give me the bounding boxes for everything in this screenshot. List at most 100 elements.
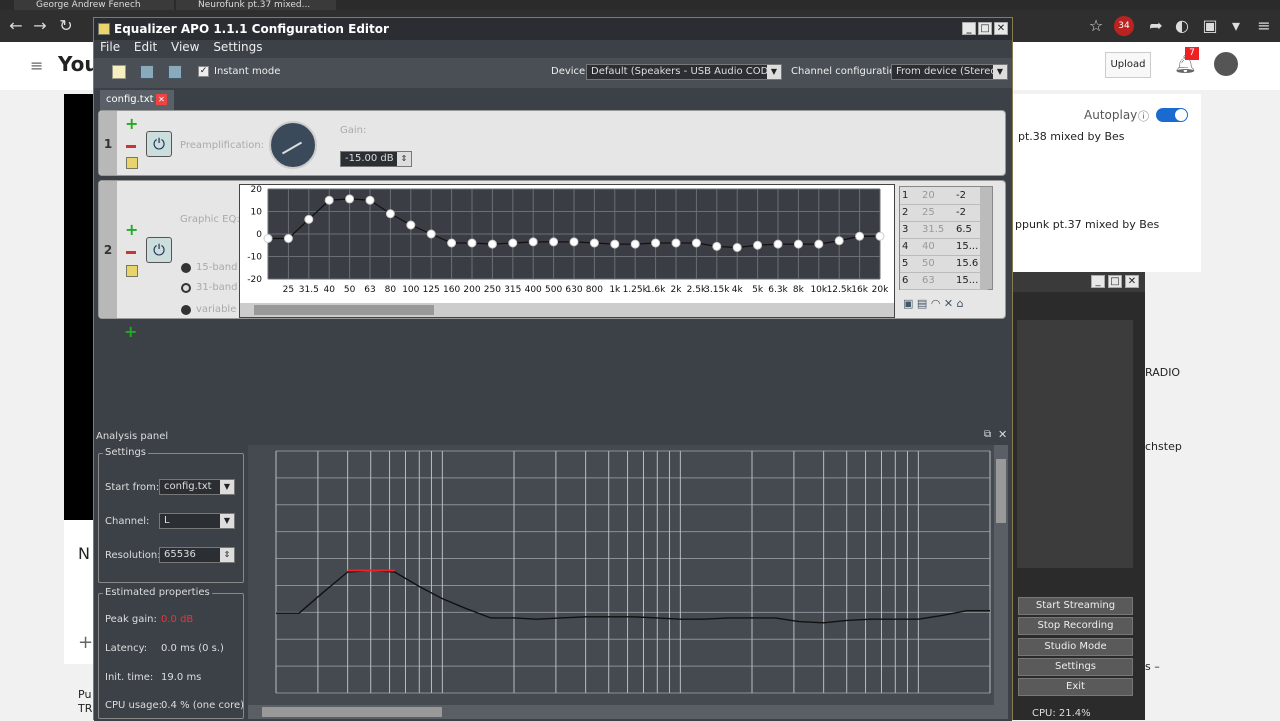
forward-icon[interactable]: → <box>30 16 50 36</box>
pocket-icon[interactable]: ▾ <box>1226 16 1246 36</box>
instant-mode-checkbox[interactable]: ✓ <box>198 66 209 77</box>
import-icon[interactable]: ▤ <box>917 297 927 310</box>
add-filter-icon[interactable]: + <box>124 324 137 340</box>
channel-config-select[interactable]: From device (Stereo) ▼ <box>891 64 1008 80</box>
band-frequency: 63 <box>922 275 935 286</box>
adblock-icon[interactable]: 34 <box>1114 16 1134 36</box>
edit-icon[interactable] <box>126 157 138 169</box>
tab-label: config.txt <box>106 94 154 105</box>
estimated-properties-group: Estimated properties Peak gain: 0.0 dB L… <box>98 587 244 719</box>
save-as-icon[interactable] <box>168 65 182 79</box>
row-number: 2 <box>99 181 117 318</box>
band-table-row[interactable]: 3 31.5 6.5 <box>900 221 988 239</box>
reload-icon[interactable]: ↻ <box>56 16 76 36</box>
close-tab-icon[interactable]: ✕ <box>156 94 167 105</box>
device-select[interactable]: Default (Speakers - USB Audio CODEC ) ▼ <box>586 64 782 80</box>
band-table-row[interactable]: 2 25 -2 <box>900 204 988 222</box>
tab-config[interactable]: config.txt ✕ <box>100 90 174 110</box>
start-from-select[interactable]: config.txt ▼ <box>159 479 235 495</box>
avatar[interactable] <box>1214 52 1238 76</box>
page-icon[interactable]: ▣ <box>1200 16 1220 36</box>
settings-group-title: Settings <box>103 447 149 458</box>
spinner-icon[interactable]: ⇕ <box>220 548 234 562</box>
star-icon[interactable]: ☆ <box>1086 16 1106 36</box>
browser-tab-1[interactable]: George Andrew Fenech <box>14 0 174 10</box>
upload-button[interactable]: Upload <box>1105 52 1151 78</box>
obs-preview <box>1017 320 1133 568</box>
eq-x-tick-label: 500 <box>545 285 562 295</box>
maximize-icon[interactable]: □ <box>1108 275 1122 288</box>
variable-radio[interactable] <box>181 305 191 315</box>
menu-icon[interactable]: ≡ <box>1254 16 1274 36</box>
channel-config-value: From device (Stereo) <box>896 66 1001 77</box>
vertical-scrollbar[interactable] <box>994 445 1008 705</box>
plus-icon[interactable]: + <box>78 632 93 653</box>
hamburger-icon[interactable]: ≡ <box>30 56 43 75</box>
info-icon[interactable]: ⓘ <box>1138 108 1149 124</box>
close-icon[interactable]: ✕ <box>994 22 1008 35</box>
channel-select[interactable]: L ▼ <box>159 513 235 529</box>
graphic-eq-label: Graphic EQ: <box>180 214 240 225</box>
contrast-icon[interactable]: ◐ <box>1172 16 1192 36</box>
new-file-icon[interactable] <box>112 65 126 79</box>
save-icon[interactable] <box>140 65 154 79</box>
browser-tab-2[interactable]: Neurofunk pt.37 mixed... <box>176 0 336 10</box>
edit-icon[interactable] <box>126 265 138 277</box>
band-31-radio[interactable] <box>181 283 191 293</box>
related-video-5[interactable]: s – <box>1145 660 1160 673</box>
gain-input[interactable]: -15.00 dB ⇕ <box>340 151 412 167</box>
eq-band-point <box>549 237 559 247</box>
band-frequency: 50 <box>922 258 935 269</box>
flatten-icon[interactable]: ✕ <box>944 297 953 310</box>
remove-icon[interactable] <box>126 145 136 148</box>
eq-chart-svg[interactable]: 20100-10-2025 31.5 40 50 63 80 100 125 160 200 250… <box>240 185 894 317</box>
resolution-input[interactable]: 65536 ⇕ <box>159 547 235 563</box>
band-table[interactable]: 1 20 -2 2 25 -2 3 31.5 6.5 4 40 15... 5 50 15.6 6 63 15..… <box>899 186 993 290</box>
menu-edit[interactable]: Edit <box>134 40 157 54</box>
back-icon[interactable]: ← <box>6 16 26 36</box>
related-video-3[interactable]: RADIO <box>1145 366 1180 379</box>
band-table-scrollbar[interactable] <box>980 187 992 289</box>
start-streaming-button[interactable]: Start Streaming <box>1018 597 1133 615</box>
band-15-radio[interactable] <box>181 263 191 273</box>
related-video-1[interactable]: pt.38 mixed by Bes <box>1018 130 1125 143</box>
menu-settings[interactable]: Settings <box>213 40 262 54</box>
remove-icon[interactable] <box>126 251 136 254</box>
save-icon[interactable]: ▣ <box>903 297 913 310</box>
menu-view[interactable]: View <box>171 40 199 54</box>
reset-icon[interactable]: ⌂ <box>957 297 964 310</box>
band-frequency: 40 <box>922 241 935 252</box>
related-video-2[interactable]: ppunk pt.37 mixed by Bes <box>1015 218 1159 231</box>
exit-button[interactable]: Exit <box>1018 678 1133 696</box>
gain-knob[interactable] <box>269 121 317 169</box>
invert-icon[interactable]: ◠ <box>931 297 941 310</box>
minimize-icon[interactable]: _ <box>962 22 976 35</box>
band-table-row[interactable]: 1 20 -2 <box>900 187 988 205</box>
add-icon[interactable]: + <box>125 116 138 132</box>
maximize-icon[interactable]: □ <box>978 22 992 35</box>
close-icon[interactable]: ✕ <box>1125 275 1139 288</box>
horizontal-scrollbar[interactable] <box>248 705 1008 719</box>
related-video-4[interactable]: chstep <box>1145 440 1182 453</box>
add-icon[interactable]: + <box>125 222 138 238</box>
float-icon[interactable]: ⧉ <box>984 429 991 440</box>
graphic-eq-filter-row: 2 + ⏻ Graphic EQ: 15-band 31-band variab… <box>98 180 1006 319</box>
band-table-row[interactable]: 5 50 15.6 <box>900 255 988 273</box>
frequency-response-chart[interactable] <box>248 445 994 705</box>
eq-y-tick-label: 10 <box>251 208 263 218</box>
power-toggle-icon[interactable]: ⏻ <box>146 131 172 157</box>
power-toggle-icon[interactable]: ⏻ <box>146 237 172 263</box>
band-table-row[interactable]: 6 63 15... <box>900 272 988 290</box>
video-player[interactable] <box>64 94 94 520</box>
stop-recording-button[interactable]: Stop Recording <box>1018 617 1133 635</box>
autoplay-toggle[interactable] <box>1156 108 1188 122</box>
graphic-eq-chart[interactable]: 20 10 0 -10 -20 25 31.5 40 50 63 80 100 125 160 200 250… <box>239 184 895 318</box>
settings-button[interactable]: Settings <box>1018 658 1133 676</box>
minimize-icon[interactable]: _ <box>1091 275 1105 288</box>
menu-file[interactable]: File <box>100 40 120 54</box>
band-table-row[interactable]: 4 40 15... <box>900 238 988 256</box>
studio-mode-button[interactable]: Studio Mode <box>1018 638 1133 656</box>
spinner-icon[interactable]: ⇕ <box>397 152 411 166</box>
share-icon[interactable]: ➦ <box>1146 16 1166 36</box>
close-icon[interactable]: ✕ <box>998 428 1007 441</box>
